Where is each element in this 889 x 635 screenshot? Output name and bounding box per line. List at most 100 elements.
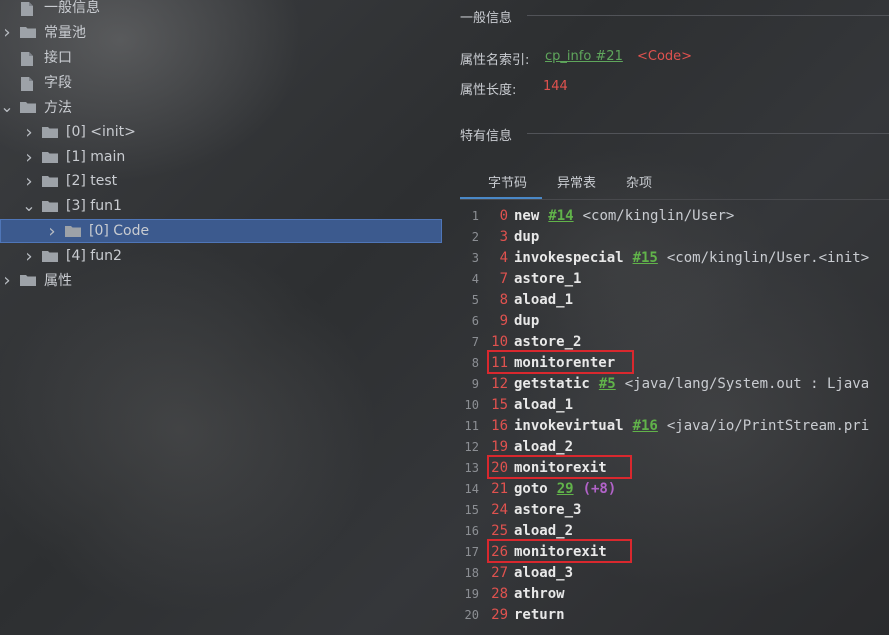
constant-pool-ref-link[interactable]: #5 xyxy=(599,376,616,392)
bytecode-row: 18 27 aload_3 xyxy=(460,562,573,583)
line-number: 8 xyxy=(471,355,479,370)
bytecode-row: 7 10 astore_2 xyxy=(460,331,582,352)
tree-item[interactable]: › [2] test xyxy=(0,169,442,193)
name-index-value: <Code> xyxy=(637,49,693,64)
general-info-divider xyxy=(527,15,889,16)
folder-icon xyxy=(42,250,58,262)
bytecode-row: 11 16 invokevirtual #16 <java/io/PrintStream… xyxy=(460,415,870,436)
opcode: return xyxy=(514,606,565,623)
tree-item[interactable]: › 属性 xyxy=(0,268,442,292)
tab-bytecode[interactable]: 字节码 xyxy=(460,170,543,200)
line-number: 16 xyxy=(464,523,479,538)
bytecode-row: 19 28 athrow xyxy=(460,583,565,604)
line-number: 15 xyxy=(464,502,479,517)
monitor-highlight-box xyxy=(487,539,632,563)
line-number: 19 xyxy=(464,586,479,601)
line-number: 3 xyxy=(471,250,479,265)
specific-info-divider xyxy=(527,133,889,134)
opcode: aload_3 xyxy=(514,564,574,581)
opcode: aload_1 xyxy=(514,396,574,413)
tab-exception-table[interactable]: 异常表 xyxy=(542,170,611,200)
chevron-right-icon[interactable]: › xyxy=(0,270,14,291)
opcode: astore_3 xyxy=(514,501,582,518)
bytecode-listing[interactable]: 1 0 new #14 <com/kinglin/User> 2 3 dup 3 4 invokes… xyxy=(460,205,889,635)
tree-item[interactable]: ⌄ 方法 xyxy=(0,95,442,119)
line-number: 7 xyxy=(471,334,479,349)
chevron-right-icon[interactable]: › xyxy=(0,22,14,43)
line-number: 2 xyxy=(471,229,479,244)
line-number: 10 xyxy=(464,397,479,412)
tree-item[interactable]: 字段 xyxy=(0,70,442,94)
bytecode-offset: 0 xyxy=(499,207,508,224)
folder-icon xyxy=(20,274,36,286)
tree-item-label: 字段 xyxy=(44,75,72,91)
constant-pool-ref-link[interactable]: #15 xyxy=(633,250,658,266)
name-index-link[interactable]: cp_info #21 xyxy=(545,49,623,64)
jump-offset: (+8) xyxy=(582,480,617,497)
chevron-down-icon[interactable]: ⌄ xyxy=(22,198,36,214)
operand-comment: <java/lang/System.out : Ljava xyxy=(624,375,870,392)
bytecode-offset: 9 xyxy=(499,312,508,329)
tree-item[interactable]: 接口 xyxy=(0,45,442,69)
constant-pool-ref-link[interactable]: 29 xyxy=(557,481,574,497)
tree-item-label: 属性 xyxy=(44,273,72,289)
tree-item[interactable]: › [1] main xyxy=(0,145,442,169)
bytecode-row: 14 21 goto 29 (+8) xyxy=(460,478,617,499)
opcode: astore_1 xyxy=(514,270,582,287)
constant-pool-ref-link[interactable]: #16 xyxy=(633,418,658,434)
bytecode-row: 15 24 astore_3 xyxy=(460,499,582,520)
name-index-label: 属性名索引: xyxy=(460,53,530,68)
line-number: 13 xyxy=(464,460,479,475)
bytecode-offset: 4 xyxy=(499,249,508,266)
folder-icon xyxy=(65,225,81,237)
chevron-right-icon[interactable]: › xyxy=(22,147,36,168)
bytecode-offset: 27 xyxy=(491,564,508,581)
tree-item[interactable]: › [0] Code xyxy=(0,219,442,243)
chevron-right-icon[interactable]: › xyxy=(22,171,36,192)
line-number: 14 xyxy=(464,481,479,496)
bytecode-offset: 25 xyxy=(491,522,508,539)
attribute-length-value: 144 xyxy=(543,79,568,94)
opcode: athrow xyxy=(514,585,565,602)
tree-item-label: [4] fun2 xyxy=(66,248,122,264)
tab-bar-divider xyxy=(460,199,889,200)
tree-item[interactable]: › 常量池 xyxy=(0,20,442,44)
chevron-down-icon[interactable]: ⌄ xyxy=(0,99,14,115)
bytecode-offset: 19 xyxy=(491,438,508,455)
bytecode-offset: 12 xyxy=(491,375,508,392)
bytecode-row: 2 3 dup xyxy=(460,226,540,247)
folder-icon xyxy=(20,101,36,113)
opcode: dup xyxy=(514,228,540,245)
tree-item-label: [1] main xyxy=(66,149,126,165)
bytecode-offset: 15 xyxy=(491,396,508,413)
chevron-right-icon[interactable]: › xyxy=(22,122,36,143)
bytecode-offset: 16 xyxy=(491,417,508,434)
tree-item[interactable]: 一般信息 xyxy=(0,0,442,19)
bytecode-row: 10 15 aload_1 xyxy=(460,394,573,415)
operand-comment: <com/kinglin/User> xyxy=(582,207,735,224)
tree-item[interactable]: ⌄ [3] fun1 xyxy=(0,194,442,218)
constant-pool-ref-link[interactable]: #14 xyxy=(548,208,573,224)
opcode: invokevirtual xyxy=(514,417,624,434)
tree-item[interactable]: › [4] fun2 xyxy=(0,244,442,268)
bytecode-row: 9 12 getstatic #5 <java/lang/System.out : Lj… xyxy=(460,373,869,394)
bytecode-row: 12 19 aload_2 xyxy=(460,436,573,457)
bytecode-offset: 7 xyxy=(499,270,508,287)
opcode: invokespecial xyxy=(514,249,624,266)
structure-tree: 一般信息 › 常量池 接口 字段 ⌄ 方法 › [0] <init> › [1] main › [2] … xyxy=(0,0,442,295)
line-number: 1 xyxy=(471,208,479,223)
tab-misc[interactable]: 杂项 xyxy=(611,170,667,200)
operand-comment: <java/io/PrintStream.pri xyxy=(666,417,870,434)
chevron-right-icon[interactable]: › xyxy=(45,221,59,242)
chevron-right-icon[interactable]: › xyxy=(22,246,36,267)
opcode: dup xyxy=(514,312,540,329)
tree-item-label: [2] test xyxy=(66,173,118,189)
general-info-title: 一般信息 xyxy=(460,11,513,26)
opcode: new xyxy=(514,207,540,224)
tree-item-label: 常量池 xyxy=(44,25,86,41)
line-number: 20 xyxy=(464,607,479,622)
tree-item[interactable]: › [0] <init> xyxy=(0,120,442,144)
folder-icon xyxy=(42,175,58,187)
